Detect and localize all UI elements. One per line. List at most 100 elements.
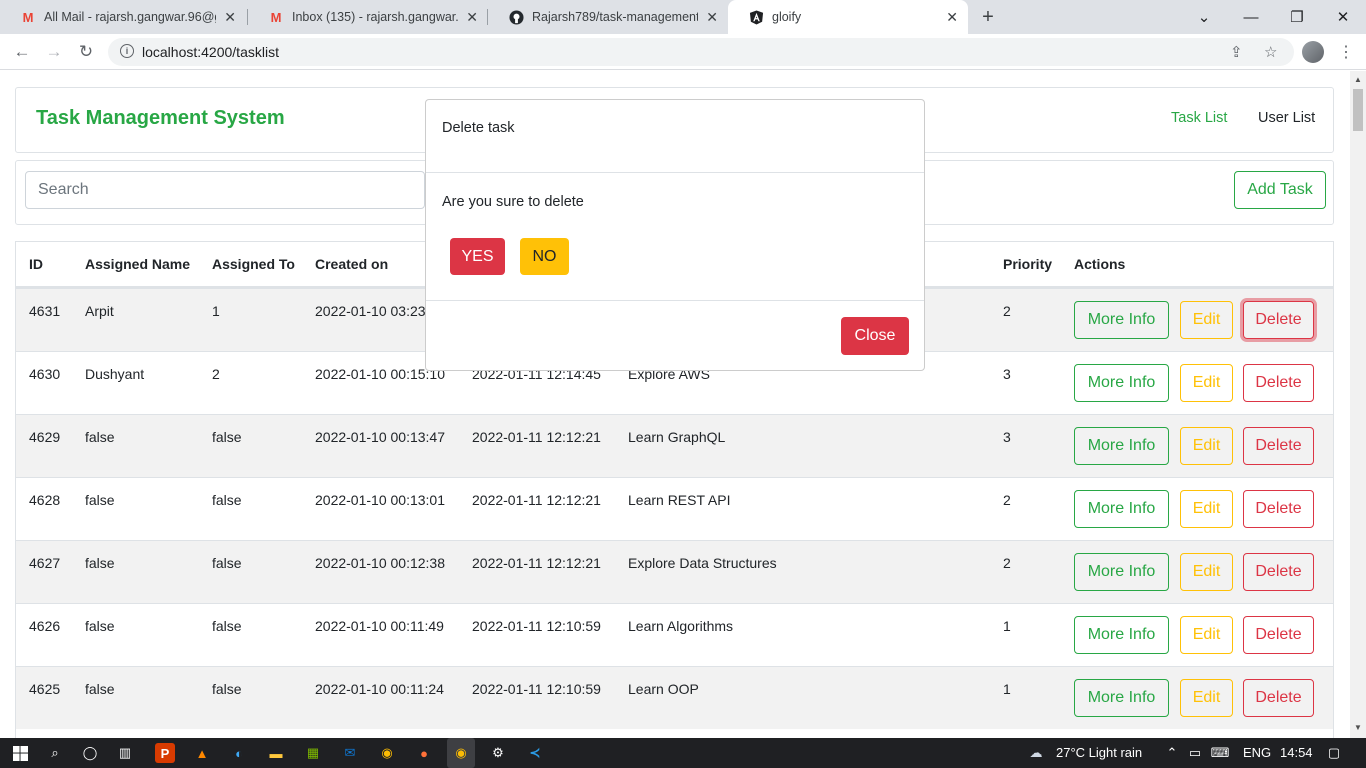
window-close-icon[interactable]: ✕ [1320,0,1366,34]
more-info-button[interactable]: More Info [1074,616,1169,654]
delete-button[interactable]: Delete [1243,616,1314,654]
site-info-icon[interactable]: i [120,44,134,58]
app-brand[interactable]: Task Management System [36,107,285,130]
clock-time[interactable]: 14:54 [1280,745,1313,760]
cell-title: Learn GraphQL [628,429,726,445]
column-header-assigned-name: Assigned Name [85,256,191,272]
windows-start-icon[interactable] [10,743,30,763]
cell-assigned-to: false [212,555,242,571]
tab-title: All Mail - rajarsh.gangwar.96@gm [44,10,217,24]
delete-task-modal: Delete task Are you sure to delete YES N… [425,99,925,371]
powerpoint-icon[interactable]: P [155,743,175,763]
edit-button[interactable]: Edit [1180,553,1233,591]
delete-button[interactable]: Delete [1243,427,1314,465]
browser-toolbar: ← → ↻ i localhost:4200/tasklist ⇪ ☆ ⋮ [0,34,1366,70]
delete-button[interactable]: Delete [1243,679,1314,717]
cell-assigned-name: false [85,618,115,634]
restore-icon[interactable]: ❐ [1274,0,1320,34]
mail-icon[interactable]: ✉ [340,743,360,763]
cortana-icon[interactable]: ◯ [80,743,100,763]
nav-link-user-list[interactable]: User List [1258,110,1315,126]
modal-close-button[interactable]: Close [841,317,909,355]
network-icon[interactable]: ▭ [1185,743,1205,763]
browser-tab-all-mail[interactable]: M All Mail - rajarsh.gangwar.96@gm ✕ [0,0,246,34]
table-row: 4625 false false 2022-01-10 00:11:24 2022-01… [16,666,1333,729]
edge-icon[interactable]: ◐ [229,743,249,763]
notification-icon[interactable]: ▢ [1324,743,1344,763]
settings-gear-icon[interactable]: ⚙ [488,743,508,763]
edit-button[interactable]: Edit [1180,616,1233,654]
new-tab-icon[interactable]: + [976,5,1000,29]
more-info-button[interactable]: More Info [1074,301,1169,339]
keyboard-icon[interactable]: ⌨ [1210,743,1230,763]
close-icon[interactable]: ✕ [946,9,958,26]
search-input[interactable] [25,171,425,209]
reload-icon[interactable]: ↻ [74,40,98,64]
cell-assigned-to: false [212,492,242,508]
gmail-icon: M [270,9,282,25]
edit-button[interactable]: Edit [1180,679,1233,717]
weather-cloud-icon[interactable]: ☁ [1026,743,1046,763]
delete-button[interactable]: Delete [1243,553,1314,591]
cell-title: Explore Data Structures [628,555,777,571]
edit-button[interactable]: Edit [1180,364,1233,402]
cell-created-on: 2022-01-10 00:13:47 [315,429,445,445]
windows-taskbar: ⌕ ◯ ▥ P ▲ ◐ ▬ ▦ ✉ ◉ ● ◉ ⚙ ≺ ☁ 27°C Light… [0,738,1366,768]
firefox-icon[interactable]: ● [414,743,434,763]
more-info-button[interactable]: More Info [1074,427,1169,465]
close-icon[interactable]: ✕ [466,9,478,26]
browser-tab-inbox[interactable]: M Inbox (135) - rajarsh.gangwar.970 ✕ [248,0,488,34]
delete-button[interactable]: Delete [1243,364,1314,402]
vlc-icon[interactable]: ▲ [192,743,212,763]
scrollbar-thumb[interactable] [1353,89,1363,131]
more-info-button[interactable]: More Info [1074,490,1169,528]
cell-created-on: 2022-01-10 00:13:01 [315,492,445,508]
menu-dots-icon[interactable]: ⋮ [1338,42,1354,62]
tab-search-chevron-icon[interactable]: ⌄ [1181,0,1227,34]
delete-button[interactable]: Delete [1243,301,1314,339]
delete-button[interactable]: Delete [1243,490,1314,528]
cell-due-date: 2022-01-11 12:12:21 [472,555,601,571]
column-header-created-on: Created on [315,256,389,272]
minimize-icon[interactable]: — [1228,0,1274,34]
address-bar[interactable]: i localhost:4200/tasklist ⇪ ☆ [108,38,1294,66]
vscode-icon[interactable]: ≺ [525,743,545,763]
url-text[interactable]: localhost:4200/tasklist [142,44,279,60]
file-explorer-icon[interactable]: ▬ [266,743,286,763]
browser-tab-gloify[interactable]: gloify ✕ [728,0,968,34]
language-indicator[interactable]: ENG [1243,745,1271,760]
browser-tab-github[interactable]: Rajarsh789/task-management-sys ✕ [488,0,728,34]
task-view-icon[interactable]: ▥ [115,743,135,763]
edit-button[interactable]: Edit [1180,301,1233,339]
show-hidden-icons-icon[interactable]: ⌃ [1162,743,1182,763]
nav-link-task-list[interactable]: Task List [1171,110,1227,126]
scroll-up-icon[interactable]: ▲ [1354,75,1362,84]
chrome-icon[interactable]: ◉ [377,743,397,763]
cell-due-date: 2022-01-11 12:12:21 [472,429,601,445]
close-icon[interactable]: ✕ [706,9,718,26]
edit-button[interactable]: Edit [1180,427,1233,465]
cell-id: 4625 [29,681,61,697]
edit-button[interactable]: Edit [1180,490,1233,528]
store-icon[interactable]: ▦ [303,743,323,763]
scroll-down-icon[interactable]: ▼ [1354,723,1362,732]
share-icon[interactable]: ⇪ [1230,43,1243,61]
more-info-button[interactable]: More Info [1074,553,1169,591]
weather-text[interactable]: 27°C Light rain [1056,745,1142,760]
close-icon[interactable]: ✕ [224,9,236,26]
chrome-active-icon[interactable]: ◉ [447,738,475,768]
page-scrollbar[interactable]: ▲ ▼ [1350,71,1366,738]
cell-assigned-name: Arpit [85,303,114,319]
more-info-button[interactable]: More Info [1074,679,1169,717]
bookmark-star-icon[interactable]: ☆ [1264,43,1277,61]
confirm-no-button[interactable]: NO [520,238,569,275]
back-arrow-icon[interactable]: ← [10,40,34,64]
profile-avatar[interactable] [1302,41,1324,63]
cell-assigned-name: false [85,555,115,571]
confirm-yes-button[interactable]: YES [450,238,505,275]
add-task-button[interactable]: Add Task [1234,171,1326,209]
more-info-button[interactable]: More Info [1074,364,1169,402]
search-icon[interactable]: ⌕ [45,743,65,763]
cell-priority: 3 [1003,429,1011,445]
forward-arrow-icon[interactable]: → [42,40,66,64]
